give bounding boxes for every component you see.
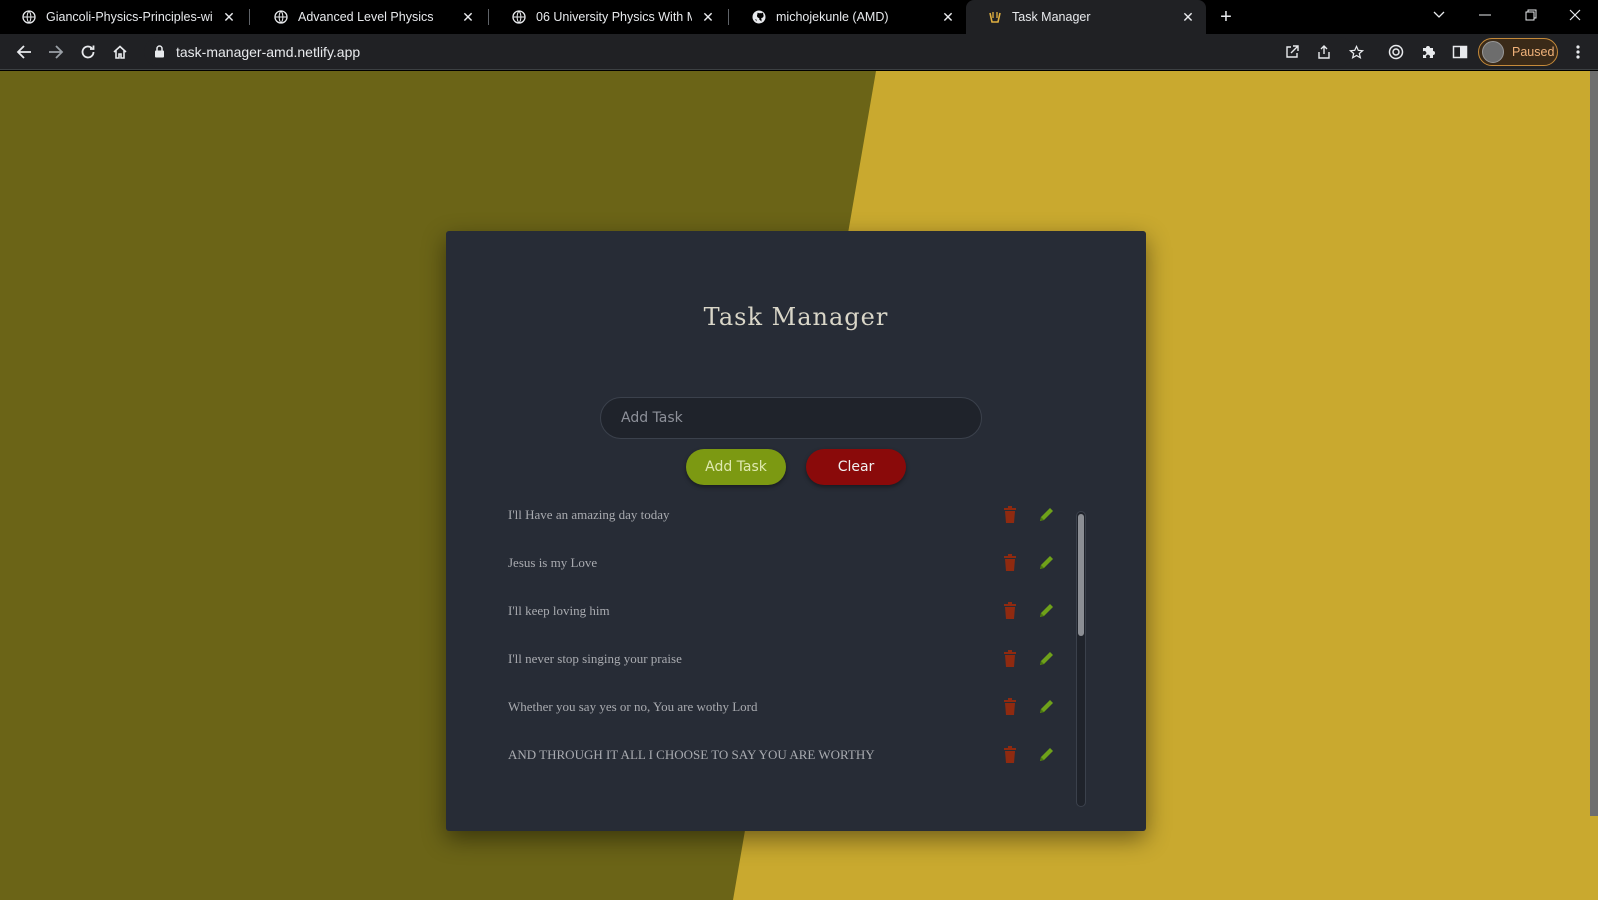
tab-title: Task Manager	[1012, 10, 1091, 24]
trash-icon[interactable]	[1003, 650, 1019, 668]
task-manager-favicon	[988, 10, 1002, 24]
minimize-icon[interactable]	[1462, 0, 1508, 30]
tab-divider	[249, 9, 250, 25]
tab-university-physics[interactable]: 06 University Physics With Mode ✕	[490, 0, 726, 34]
list-item: I'll Have an amazing day today	[508, 501, 1068, 531]
globe-icon	[22, 10, 36, 24]
add-task-button[interactable]: Add Task	[686, 449, 786, 485]
globe-icon	[274, 10, 288, 24]
side-panel-icon[interactable]	[1450, 42, 1470, 62]
task-text: I'll Have an amazing day today	[508, 507, 670, 522]
tab-github-michojekunle[interactable]: michojekunle (AMD) ✕	[730, 0, 966, 34]
tab-title: Advanced Level Physics	[298, 10, 434, 24]
close-tab-icon[interactable]: ✕	[460, 9, 476, 25]
open-in-app-icon[interactable]	[1282, 42, 1302, 62]
tab-title: 06 University Physics With Mode	[536, 10, 692, 24]
lock-icon[interactable]	[154, 45, 165, 63]
close-tab-icon[interactable]: ✕	[700, 9, 716, 25]
tab-giancoli[interactable]: Giancoli-Physics-Principles-with- ✕	[0, 0, 247, 34]
pencil-icon[interactable]	[1038, 602, 1056, 620]
trash-icon[interactable]	[1003, 746, 1019, 764]
share-icon[interactable]	[1314, 42, 1334, 62]
tab-title: michojekunle (AMD)	[776, 10, 889, 24]
trash-icon[interactable]	[1003, 554, 1019, 572]
list-item: Whether you say yes or no, You are wothy…	[508, 693, 1068, 723]
pencil-icon[interactable]	[1038, 698, 1056, 716]
list-item: I'll keep loving him	[508, 597, 1068, 627]
extensions-puzzle-icon[interactable]	[1418, 42, 1438, 62]
trash-icon[interactable]	[1003, 602, 1019, 620]
tab-divider	[488, 9, 489, 25]
new-tab-button[interactable]: +	[1216, 7, 1236, 27]
bookmark-star-icon[interactable]	[1346, 42, 1366, 62]
profile-button[interactable]: Paused	[1478, 38, 1558, 66]
tab-divider	[728, 9, 729, 25]
trash-icon[interactable]	[1003, 506, 1019, 524]
task-list: I'll Have an amazing day today Jesus is …	[446, 501, 1146, 801]
avatar	[1482, 41, 1504, 63]
tab-advanced-level-physics[interactable]: Advanced Level Physics ✕	[252, 0, 486, 34]
url-text: task-manager-amd.netlify.app	[176, 44, 361, 60]
clear-button[interactable]: Clear	[806, 449, 906, 485]
close-tab-icon[interactable]: ✕	[940, 9, 956, 25]
close-tab-icon[interactable]: ✕	[221, 9, 237, 25]
extension-target-icon[interactable]	[1386, 42, 1406, 62]
pencil-icon[interactable]	[1038, 746, 1056, 764]
task-text: I'll keep loving him	[508, 603, 610, 618]
tab-task-manager[interactable]: Task Manager ✕	[966, 0, 1206, 34]
task-manager-card: Task Manager Add Task Clear I'll Have an…	[446, 231, 1146, 831]
home-icon[interactable]	[108, 40, 132, 64]
pencil-icon[interactable]	[1038, 554, 1056, 572]
tab-strip: Giancoli-Physics-Principles-with- ✕ Adva…	[0, 0, 1598, 34]
list-item: Jesus is my Love	[508, 549, 1068, 579]
page-scrollbar-thumb[interactable]	[1590, 71, 1598, 816]
globe-icon	[512, 10, 526, 24]
list-item: AND THROUGH IT ALL I CHOOSE TO SAY YOU A…	[508, 741, 1068, 771]
close-tab-icon[interactable]: ✕	[1180, 9, 1196, 25]
tab-search-icon[interactable]	[1416, 0, 1462, 30]
task-text: I'll never stop singing your praise	[508, 651, 682, 666]
restore-icon[interactable]	[1508, 0, 1554, 30]
pencil-icon[interactable]	[1038, 506, 1056, 524]
tab-title: Giancoli-Physics-Principles-with-	[46, 10, 213, 24]
browser-toolbar: task-manager-amd.netlify.app Paused	[0, 34, 1598, 70]
page-viewport: Task Manager Add Task Clear I'll Have an…	[0, 71, 1598, 900]
list-item: I'll never stop singing your praise	[508, 645, 1068, 675]
profile-status: Paused	[1512, 45, 1555, 59]
menu-kebab-icon[interactable]	[1568, 42, 1588, 62]
add-task-input[interactable]	[600, 397, 982, 439]
task-text: AND THROUGH IT ALL I CHOOSE TO SAY YOU A…	[508, 747, 875, 762]
pencil-icon[interactable]	[1038, 650, 1056, 668]
github-icon	[752, 10, 766, 24]
task-text: Whether you say yes or no, You are wothy…	[508, 699, 758, 714]
task-list-scrollbar-thumb[interactable]	[1078, 514, 1084, 636]
task-text: Jesus is my Love	[508, 555, 598, 570]
back-icon[interactable]	[12, 40, 36, 64]
trash-icon[interactable]	[1003, 698, 1019, 716]
task-list-scrollbar[interactable]	[1076, 511, 1086, 807]
page-title: Task Manager	[703, 303, 889, 331]
address-bar[interactable]: task-manager-amd.netlify.app	[144, 37, 1354, 67]
close-window-icon[interactable]	[1552, 0, 1598, 30]
page-scrollbar[interactable]	[1590, 71, 1598, 900]
reload-icon[interactable]	[76, 40, 100, 64]
forward-icon[interactable]	[44, 40, 68, 64]
